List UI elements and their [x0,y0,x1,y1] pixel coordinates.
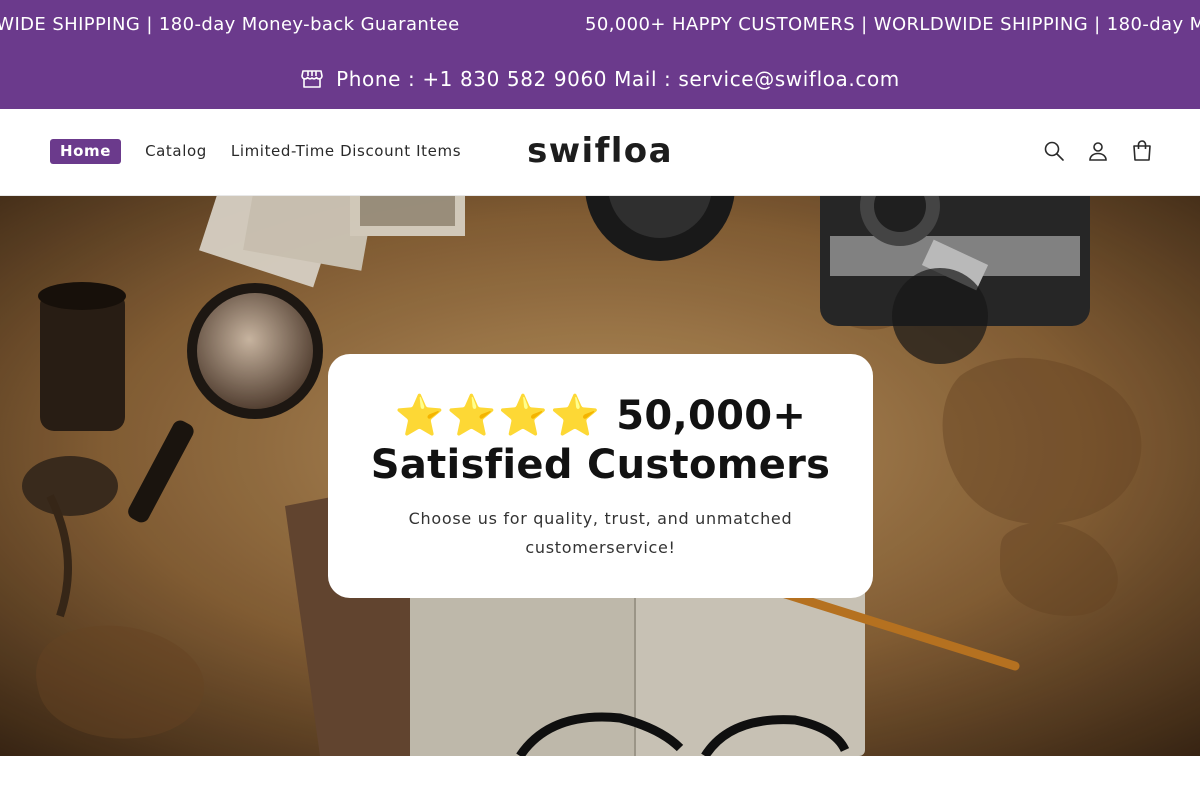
hero-card: ⭐⭐⭐⭐ 50,000+ Satisfied Customers Choose … [328,354,873,598]
headline-count: 50,000+ [616,393,807,439]
contact-info: Phone : +1 830 582 9060 Mail : service@s… [0,63,1200,95]
rating-stars: ⭐⭐⭐⭐ [394,393,602,439]
hero-headline: ⭐⭐⭐⭐ 50,000+ Satisfied Customers [328,392,873,490]
site-header: Home Catalog Limited-Time Discount Items… [0,109,1200,196]
page-content-start [0,756,1200,800]
hero-banner: ⭐⭐⭐⭐ 50,000+ Satisfied Customers Choose … [0,196,1200,756]
marquee-text: 50,000+ HAPPY CUSTOMERS | WORLDWIDE SHIP… [585,14,1200,35]
hero-subtext: Choose us for quality, trust, and unmatc… [408,509,793,557]
nav-home[interactable]: Home [50,139,122,164]
nav-catalog[interactable]: Catalog [145,139,207,164]
announcement-bar: DWIDE SHIPPING | 180-day Money-back Guar… [0,0,1200,109]
nav-discount-items[interactable]: Limited-Time Discount Items [231,139,461,164]
main-nav: Home Catalog Limited-Time Discount Items [50,139,461,164]
site-logo[interactable]: swifloa [527,131,673,171]
header-icons [1042,139,1154,163]
contact-text: Phone : +1 830 582 9060 Mail : service@s… [336,67,900,91]
marquee-text: DWIDE SHIPPING | 180-day Money-back Guar… [0,14,460,35]
search-icon[interactable] [1042,139,1066,163]
cart-icon[interactable] [1130,139,1154,163]
account-icon[interactable] [1086,139,1110,163]
store-icon [300,67,324,91]
headline-text: Satisfied Customers [370,442,831,488]
announcement-marquee: DWIDE SHIPPING | 180-day Money-back Guar… [0,11,1200,39]
